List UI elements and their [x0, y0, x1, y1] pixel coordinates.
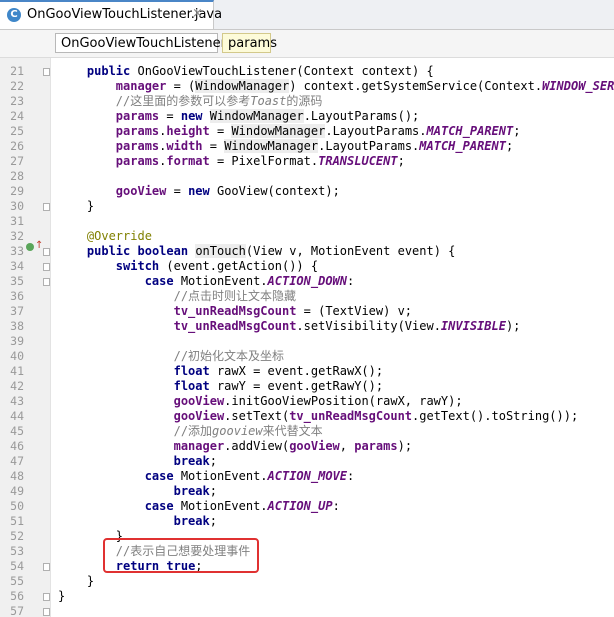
line-number: 56 — [10, 589, 24, 603]
code-line: public OnGooViewTouchListener(Context co… — [86, 64, 434, 78]
line-number: 54 — [10, 559, 24, 573]
code-line: } — [86, 199, 95, 213]
line-number: 52 — [10, 529, 24, 543]
line-number: 42 — [10, 379, 24, 393]
code-line: manager = (WindowManager) context.getSys… — [115, 79, 614, 93]
code-line: switch (event.getAction()) { — [115, 259, 319, 273]
line-number: 31 — [10, 214, 24, 228]
code-line: //点击时则让文本隐藏 — [173, 289, 297, 303]
line-number: 38 — [10, 319, 24, 333]
code-line: gooView = new GooView(context); — [115, 184, 340, 198]
line-number: 35 — [10, 274, 24, 288]
code-line: case MotionEvent.ACTION_DOWN: — [144, 274, 355, 288]
tab-ongooviewtouchlistener[interactable]: C OnGooViewTouchListener.java × — [0, 0, 222, 29]
code-line: @Override — [86, 229, 152, 243]
line-number: 46 — [10, 439, 24, 453]
code-line: break; — [173, 454, 217, 468]
code-line: gooView.setText(tv_unReadMsgCount.getTex… — [173, 409, 579, 423]
line-number: 23 — [10, 94, 24, 108]
fold-marker-icon[interactable] — [43, 263, 50, 271]
code-line: case MotionEvent.ACTION_UP: — [144, 499, 340, 513]
code-line: case MotionEvent.ACTION_MOVE: — [144, 469, 355, 483]
code-line: float rawX = event.getRawX(); — [173, 364, 384, 378]
line-number: 30 — [10, 199, 24, 213]
line-number: 33 — [10, 244, 24, 258]
line-number: 49 — [10, 484, 24, 498]
line-number: 34 — [10, 259, 24, 273]
line-number: 37 — [10, 304, 24, 318]
line-number: 48 — [10, 469, 24, 483]
breadcrumb: OnGooViewTouchListener params — [0, 30, 614, 58]
fold-marker-icon[interactable] — [43, 68, 50, 76]
line-number: 51 — [10, 514, 24, 528]
code-line: float rawY = event.getRawY(); — [173, 379, 384, 393]
line-number: 29 — [10, 184, 24, 198]
code-line: //初始化文本及坐标 — [173, 349, 285, 363]
fold-marker-icon[interactable] — [43, 203, 50, 211]
line-number: 57 — [10, 604, 24, 617]
line-number: 47 — [10, 454, 24, 468]
line-number: 22 — [10, 79, 24, 93]
breadcrumb-field[interactable]: params — [222, 33, 277, 53]
line-number: 28 — [10, 169, 24, 183]
code-editor[interactable]: 21 22 23 24 25 26 27 28 29 30 31 32 33 3… — [0, 58, 614, 617]
code-line: //这里面的参数可以参考Toast的源码 — [115, 94, 323, 108]
line-number: 50 — [10, 499, 24, 513]
line-number: 44 — [10, 409, 24, 423]
line-number: 45 — [10, 424, 24, 438]
code-line: tv_unReadMsgCount = (TextView) v; — [173, 304, 413, 318]
code-line: params = new WindowManager.LayoutParams(… — [115, 109, 420, 123]
line-number: 41 — [10, 364, 24, 378]
line-number: 21 — [10, 64, 24, 78]
red-highlight-box — [103, 538, 259, 573]
line-number: 24 — [10, 109, 24, 123]
code-line: break; — [173, 514, 217, 528]
code-line: params.height = WindowManager.LayoutPara… — [115, 124, 521, 138]
line-number: 32 — [10, 229, 24, 243]
fold-marker-icon[interactable] — [43, 563, 50, 571]
code-line: } — [86, 574, 95, 588]
code-line: manager.addView(gooView, params); — [173, 439, 413, 453]
fold-marker-icon[interactable] — [43, 593, 50, 601]
line-number-gutter: 21 22 23 24 25 26 27 28 29 30 31 32 33 3… — [0, 58, 51, 617]
code-line: params.format = PixelFormat.TRANSLUCENT; — [115, 154, 405, 168]
override-method-icon[interactable] — [26, 243, 34, 251]
breadcrumb-class[interactable]: OnGooViewTouchListener — [55, 33, 226, 53]
close-icon[interactable]: × — [192, 6, 203, 21]
line-number: 39 — [10, 334, 24, 348]
code-line: } — [58, 589, 66, 603]
line-number: 36 — [10, 289, 24, 303]
code-line: break; — [173, 484, 217, 498]
line-number: 55 — [10, 574, 24, 588]
code-line: params.width = WindowManager.LayoutParam… — [115, 139, 514, 153]
line-number: 25 — [10, 124, 24, 138]
code-line: //添加gooview来代替文本 — [173, 424, 323, 438]
line-number: 53 — [10, 544, 24, 558]
line-number: 40 — [10, 349, 24, 363]
fold-marker-icon[interactable] — [43, 608, 50, 616]
line-number: 43 — [10, 394, 24, 408]
code-line: public boolean onTouch(View v, MotionEve… — [86, 244, 456, 258]
implemented-up-arrow-icon: ↑ — [35, 240, 44, 251]
fold-marker-icon[interactable] — [43, 248, 50, 256]
line-number: 26 — [10, 139, 24, 153]
editor-tab-bar: C OnGooViewTouchListener.java × — [0, 0, 614, 30]
code-line: gooView.initGooViewPosition(rawX, rawY); — [173, 394, 463, 408]
code-line: tv_unReadMsgCount.setVisibility(View.INV… — [173, 319, 521, 333]
line-number: 27 — [10, 154, 24, 168]
class-c-icon: C — [7, 8, 21, 22]
fold-marker-icon[interactable] — [43, 278, 50, 286]
